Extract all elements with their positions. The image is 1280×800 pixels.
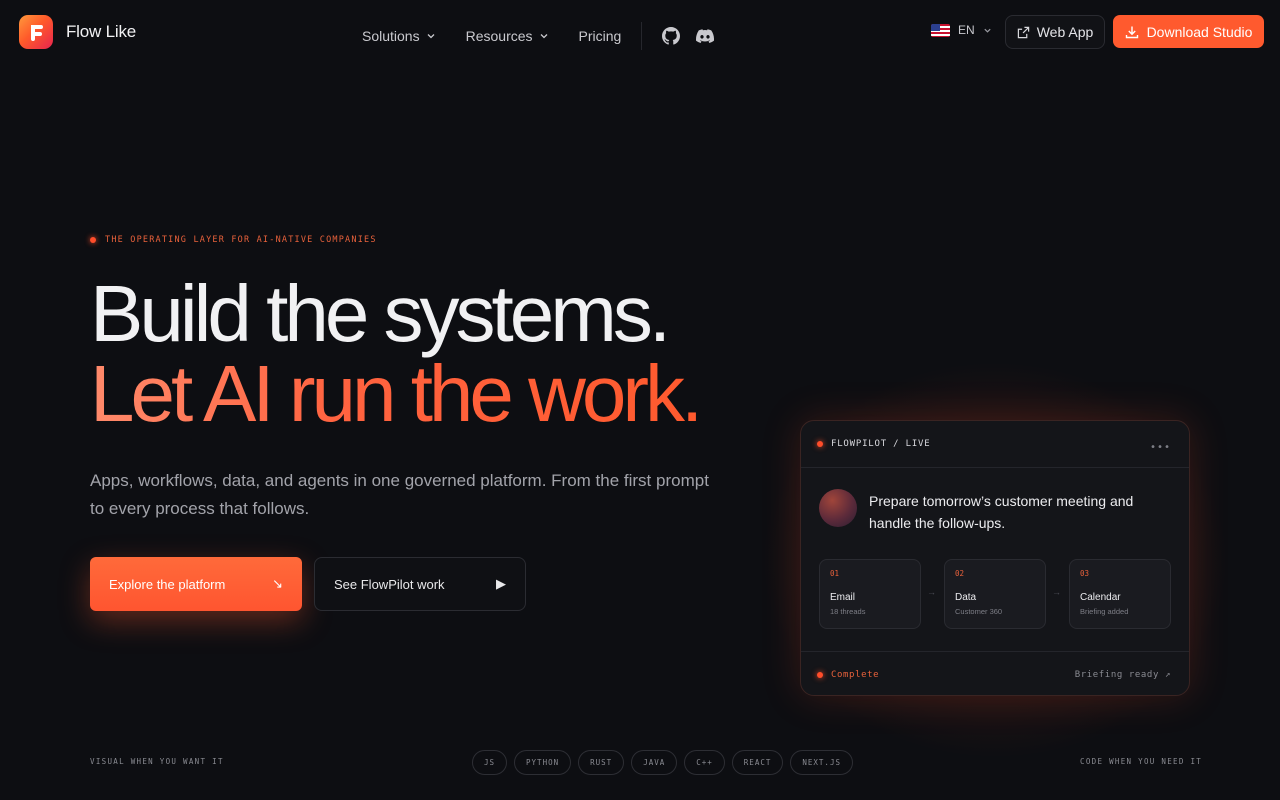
step-title: Email — [830, 592, 856, 603]
avatar — [819, 489, 857, 527]
github-icon[interactable] — [662, 27, 681, 45]
external-link-icon — [1017, 26, 1029, 38]
chevron-down-icon — [984, 28, 991, 33]
step-calendar: 03 Calendar Briefing added — [1069, 559, 1171, 629]
nav-resources-label: Resources — [465, 28, 533, 44]
pill-nextjs: NEXT.JS — [790, 750, 853, 775]
hero-description: Apps, workflows, data, and agents in one… — [90, 471, 709, 518]
live-dot — [817, 441, 823, 447]
web-app-label: Web App — [1036, 24, 1094, 40]
card-prompt: Prepare tomorrow’s customer meeting and … — [869, 493, 1134, 531]
step-number: 01 — [830, 569, 840, 578]
us-flag-icon — [931, 23, 950, 37]
visual-tagline: VISUAL WHEN YOU WANT IT — [90, 757, 224, 766]
step-number: 02 — [955, 569, 965, 578]
nav-pricing-label: Pricing — [578, 28, 622, 44]
hero-headline-line-2: Let AI run the work. — [90, 349, 703, 438]
step-subtitle: Briefing added — [1080, 607, 1129, 616]
page: Flow Like Solutions Resources Pricing EN… — [0, 0, 1280, 800]
card-header: FLOWPILOT / LIVE ••• — [801, 421, 1189, 468]
arrow-right-icon: → — [1052, 587, 1061, 597]
download-studio-label: Download Studio — [1146, 23, 1253, 40]
hero-headline-line-1: Build the systems. — [90, 269, 671, 358]
status-complete: Complete — [817, 670, 879, 680]
pill-python: PYTHON — [514, 750, 572, 775]
chevron-down-icon — [540, 34, 547, 39]
nav-solutions-label: Solutions — [362, 28, 420, 44]
complete-dot — [817, 671, 823, 678]
hero-eyebrow: THE OPERATING LAYER FOR AI-NATIVE COMPAN… — [90, 235, 377, 245]
pill-cpp: C++ — [684, 750, 725, 775]
code-tagline: CODE WHEN YOU NEED IT — [1080, 757, 1203, 766]
nav-pricing[interactable]: Pricing — [579, 28, 622, 44]
pill-react: REACT — [731, 750, 784, 775]
web-app-button[interactable]: Web App — [1005, 15, 1105, 49]
arrow-right-icon: → — [927, 587, 936, 597]
chevron-down-icon — [427, 34, 435, 39]
explore-platform-label: Explore the platform — [109, 576, 226, 592]
card-footer: Complete Briefing ready ↗ — [801, 651, 1189, 697]
nav-solutions[interactable]: Solutions — [362, 28, 436, 44]
language-code: EN — [958, 23, 975, 37]
pill-js: JS — [472, 750, 508, 775]
download-icon — [1125, 26, 1138, 38]
step-email: 01 Email 18 threads — [819, 559, 921, 629]
flow-logo-icon — [31, 25, 43, 41]
more-icon[interactable]: ••• — [1150, 442, 1171, 453]
see-flowpilot-button[interactable]: See FlowPilot work ▶ — [314, 557, 526, 611]
discord-icon[interactable] — [696, 27, 715, 45]
status-dot — [90, 237, 96, 243]
play-icon: ▶ — [496, 576, 506, 591]
step-title: Calendar — [1080, 592, 1121, 603]
logo[interactable] — [19, 15, 53, 49]
explore-platform-button[interactable]: Explore the platform ↘ — [90, 557, 302, 611]
download-studio-button[interactable]: Download Studio — [1113, 15, 1264, 48]
nav-divider — [641, 22, 643, 50]
arrow-down-right-icon: ↘ — [272, 576, 283, 591]
status-label: Complete — [831, 669, 880, 680]
pill-rust: RUST — [578, 750, 625, 775]
step-subtitle: Customer 360 — [955, 607, 1003, 616]
nav-resources[interactable]: Resources — [466, 28, 549, 44]
step-title: Data — [955, 592, 977, 603]
language-pills: JS PYTHON RUST JAVA C++ REACT NEXT.JS — [472, 750, 853, 775]
see-flowpilot-label: See FlowPilot work — [334, 576, 445, 592]
brand-name[interactable]: Flow Like — [66, 22, 136, 42]
step-data: 02 Data Customer 360 — [944, 559, 1046, 629]
eyebrow-text: THE OPERATING LAYER FOR AI-NATIVE COMPAN… — [105, 235, 377, 245]
top-nav: Flow Like Solutions Resources Pricing EN… — [0, 0, 1280, 64]
briefing-ready-link[interactable]: Briefing ready ↗ — [1075, 670, 1171, 680]
card-header-title: FLOWPILOT / LIVE — [831, 439, 931, 449]
pill-java: JAVA — [631, 750, 678, 775]
language-selector[interactable]: EN — [931, 23, 992, 37]
flowpilot-card: FLOWPILOT / LIVE ••• Prepare tomorrow’s … — [800, 420, 1190, 696]
step-subtitle: 18 threads — [830, 607, 866, 616]
step-number: 03 — [1080, 569, 1090, 578]
nav-links: Solutions Resources Pricing — [362, 22, 722, 50]
